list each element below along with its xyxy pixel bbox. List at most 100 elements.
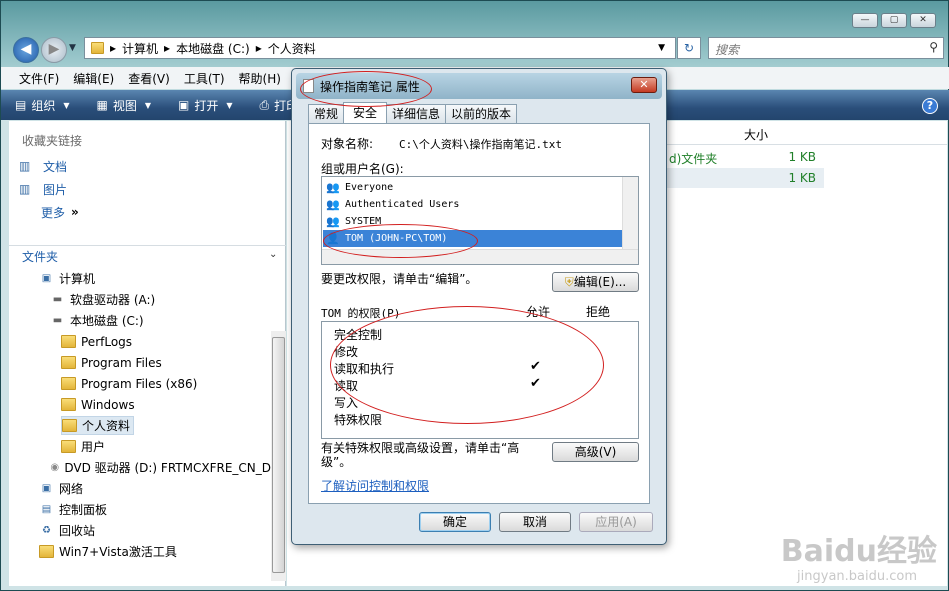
chevron-down-icon: ▼: [144, 100, 152, 110]
list-item[interactable]: 1 KB: [659, 168, 824, 188]
nav-scrollbar[interactable]: [271, 331, 286, 581]
apply-button[interactable]: 应用(A): [579, 512, 653, 532]
tree-label: 软盘驱动器 (A:): [70, 293, 156, 307]
folder-icon: [61, 335, 76, 348]
search-icon[interactable]: ⚲: [929, 40, 938, 54]
menu-file[interactable]: 文件(F): [19, 70, 59, 87]
tree-label: DVD 驱动器 (D:) FRTMCXFRE_CN_D: [64, 461, 271, 475]
cancel-button[interactable]: 取消: [499, 512, 571, 532]
folder-icon: [61, 377, 76, 390]
tree-item-personal[interactable]: 个人资料: [61, 415, 141, 436]
title-bar: — ▢ ✕: [1, 1, 949, 35]
minimize-button[interactable]: —: [852, 13, 878, 28]
tree-label: Windows: [81, 397, 135, 412]
control-panel-icon: ▤: [41, 504, 52, 515]
divider: [9, 245, 286, 246]
chevron-icon: ▸: [110, 41, 117, 55]
favorite-label: 更多: [41, 205, 66, 220]
tab-general[interactable]: 常规: [308, 104, 345, 124]
advanced-button[interactable]: 高级(V): [552, 442, 639, 462]
views-button[interactable]: ▦ 视图 ▼: [97, 97, 157, 114]
address-dropdown-icon[interactable]: ▼: [658, 43, 665, 53]
open-icon: ▣: [178, 98, 190, 112]
drive-icon: ▬: [52, 315, 63, 326]
chevron-icon: ▸: [164, 41, 171, 55]
ok-button[interactable]: 确定: [419, 512, 491, 532]
close-button[interactable]: ✕: [910, 13, 936, 28]
open-button[interactable]: ▣ 打开 ▼: [178, 97, 238, 114]
tree-label: 个人资料: [82, 419, 131, 433]
tree-item-floppy[interactable]: ▬ 软盘驱动器 (A:): [50, 289, 312, 310]
tab-details[interactable]: 详细信息: [386, 104, 447, 124]
baidu-watermark: Baidu经验: [780, 534, 937, 569]
baidu-watermark-url: jingyan.baidu.com: [797, 569, 917, 584]
learn-access-control-link[interactable]: 了解访问控制和权限: [321, 477, 429, 494]
search-input[interactable]: 搜索 ⚲: [708, 37, 944, 59]
favorite-label: 图片: [43, 182, 68, 197]
favorite-pictures[interactable]: ▥ 图片: [19, 179, 67, 199]
double-chevron-icon: »: [71, 205, 79, 219]
forward-button[interactable]: ▶: [41, 37, 67, 63]
menu-edit[interactable]: 编辑(E): [73, 70, 114, 87]
breadcrumb-computer[interactable]: 计算机: [122, 40, 158, 57]
tree-label: Win7+Vista激活工具: [59, 545, 177, 559]
annotation-ellipse: [300, 71, 432, 107]
annotation-ellipse: [323, 224, 478, 258]
navigation-pane: 收藏夹链接 ▥ 文档 ▥ 图片 更多 » 文件夹 ⌄ ▣ 计算机 ▬ 软盘驱动器 (A:)…: [9, 121, 286, 586]
back-button[interactable]: ◀: [13, 37, 39, 63]
breadcrumb-drive[interactable]: 本地磁盘 (C:): [176, 40, 250, 57]
maximize-button[interactable]: ▢: [881, 13, 907, 28]
recycle-bin-icon: ♻: [42, 525, 51, 536]
scrollbar-thumb[interactable]: [272, 337, 285, 573]
tree-label: PerfLogs: [81, 334, 133, 349]
tree-label: 用户: [81, 440, 106, 454]
user-authenticated[interactable]: 👥 Authenticated Users: [323, 196, 623, 213]
tree-item-network[interactable]: ▣ 网络: [39, 478, 301, 499]
organize-icon: ▤: [15, 98, 27, 112]
pictures-icon: ▥: [19, 182, 31, 196]
recent-pages-dropdown[interactable]: ▼: [69, 43, 76, 53]
documents-icon: ▥: [19, 159, 31, 173]
tree-item-dvd[interactable]: ◉ DVD 驱动器 (D:) FRTMCXFRE_CN_D: [50, 457, 271, 478]
tab-previous-versions[interactable]: 以前的版本: [445, 104, 518, 124]
user-label: Everyone: [345, 182, 394, 193]
tree-label: Program Files (x86): [81, 376, 198, 391]
edit-button[interactable]: ⛨编辑(E)...: [552, 272, 639, 292]
menu-tools[interactable]: 工具(T): [184, 70, 225, 87]
dialog-close-button[interactable]: ✕: [631, 77, 657, 93]
tree-item-recycle-bin[interactable]: ♻ 回收站: [39, 520, 301, 541]
shield-icon: ⛨: [564, 275, 574, 289]
tree-item-computer[interactable]: ▣ 计算机: [39, 268, 301, 289]
tree-label: 本地磁盘 (C:): [70, 314, 144, 328]
back-arrow-icon: ◀: [20, 41, 32, 57]
size-cell: 1 KB: [788, 150, 816, 164]
groups-label: 组或用户名(G):: [321, 162, 404, 176]
chevron-icon: ▸: [255, 41, 262, 55]
address-bar[interactable]: ▸ 计算机 ▸ 本地磁盘 (C:) ▸ 个人资料 ▼: [84, 37, 676, 59]
size-column-header[interactable]: 大小: [744, 126, 768, 143]
tree-item-activation-tool[interactable]: Win7+Vista激活工具: [39, 541, 301, 562]
help-icon[interactable]: ?: [922, 98, 938, 114]
tree-label: 计算机: [59, 272, 96, 286]
refresh-button[interactable]: ↻: [677, 37, 701, 59]
organize-button[interactable]: ▤ 组织 ▼: [15, 97, 75, 114]
search-placeholder: 搜索: [715, 43, 740, 57]
menu-help[interactable]: 帮助(H): [239, 70, 281, 87]
folder-icon: [61, 398, 76, 411]
list-item[interactable]: d)文件夹 1 KB: [659, 147, 824, 167]
breadcrumb-folder[interactable]: 个人资料: [268, 40, 316, 57]
users-vertical-scrollbar[interactable]: [622, 177, 638, 249]
user-everyone[interactable]: 👥 Everyone: [323, 179, 623, 196]
folders-header[interactable]: 文件夹: [22, 248, 58, 265]
tree-item-drive-c[interactable]: ▬ 本地磁盘 (C:): [50, 310, 312, 331]
folder-icon: [61, 356, 76, 369]
edit-button-label: 编辑(E)...: [573, 275, 627, 289]
favorite-documents[interactable]: ▥ 文档: [19, 156, 67, 176]
collapse-icon[interactable]: ⌄: [269, 249, 277, 260]
menu-view[interactable]: 查看(V): [128, 70, 170, 87]
tree-label: 网络: [59, 482, 84, 496]
forward-arrow-icon: ▶: [48, 41, 60, 57]
tree-item-control-panel[interactable]: ▤ 控制面板: [39, 499, 301, 520]
favorite-more[interactable]: 更多 »: [41, 202, 79, 222]
tree-label: 控制面板: [59, 503, 108, 517]
